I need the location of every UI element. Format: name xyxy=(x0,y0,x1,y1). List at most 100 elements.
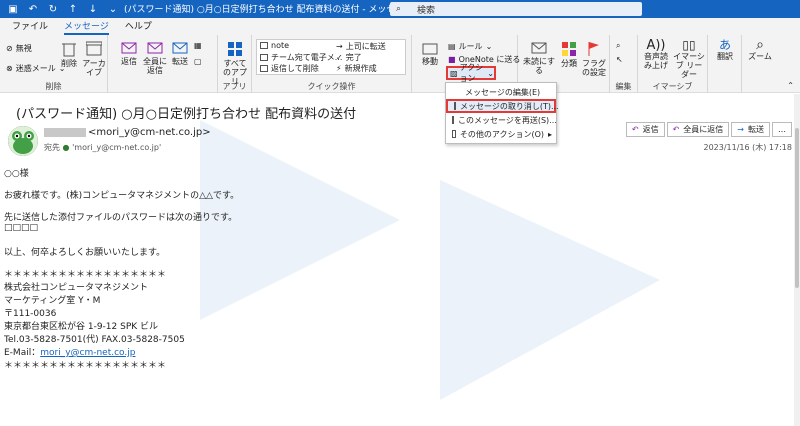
redo-icon[interactable]: ↻ xyxy=(44,1,62,17)
menu-item-recall-message[interactable]: メッセージの取り消し(T)... xyxy=(446,99,559,113)
menu-item-other-actions[interactable]: その他のアクション(O) ▸ xyxy=(446,127,556,141)
zoom-icon: ⌕ xyxy=(756,37,764,53)
message-reply-button[interactable]: ↶ 返信 xyxy=(625,122,665,137)
forward-button[interactable]: 転送 xyxy=(170,41,190,66)
signature-email-link[interactable]: mori_y@cm-net.co.jp xyxy=(40,348,135,358)
tab-file[interactable]: ファイル xyxy=(4,19,56,35)
submenu-arrow-icon: ▸ xyxy=(547,129,552,139)
more-respond-button[interactable]: ▦ xyxy=(194,41,202,50)
junk-button[interactable]: ⊗ 迷惑メール ⌄ xyxy=(6,63,65,74)
lightning-icon: ⚡ xyxy=(336,64,342,73)
save-icon[interactable]: ▣ xyxy=(4,1,22,17)
translate-icon: あ xyxy=(718,38,731,52)
down-arrow-icon[interactable]: ↓ xyxy=(84,1,102,17)
mark-unread-button[interactable]: 未読にする xyxy=(522,41,556,75)
onenote-icon: ■ xyxy=(448,55,456,64)
actions-icon: ▨ xyxy=(450,68,458,78)
ribbon: ⊘ 無視 ⊗ 迷惑メール ⌄ 削除 アーカイブ 削除 返信 全員に返信 転送 ▦ ▢ xyxy=(0,35,800,93)
reply-all-icon xyxy=(147,42,163,54)
quick-steps-label: クイック操作 xyxy=(307,82,356,91)
find-button[interactable]: ⌕ xyxy=(616,41,620,51)
tab-message[interactable]: メッセージ xyxy=(56,19,117,35)
resend-icon xyxy=(452,116,454,124)
signature-email-label: E-Mail： xyxy=(4,348,41,358)
rules-icon: ▤ xyxy=(448,42,456,51)
message-reply-buttons: ↶ 返信 ↶ 全員に返信 → 転送 … xyxy=(625,122,792,137)
chevron-down-icon: ⌄ xyxy=(487,68,494,78)
im-button[interactable]: ▢ xyxy=(194,57,202,66)
envelope-icon xyxy=(531,42,547,54)
message-body: ○○様 お疲れ様です。(株)コンピュータマネジメントの△△です。 先に送信した添… xyxy=(4,166,794,371)
quick-step-done[interactable]: ✓ 完了 xyxy=(336,52,362,63)
body-line: お疲れ様です。(株)コンピュータマネジメントの△△です。 xyxy=(4,191,240,201)
message-reply-all-button[interactable]: ↶ 全員に返信 xyxy=(666,122,730,137)
search-placeholder: 検索 xyxy=(417,5,436,16)
reply-button[interactable]: 返信 xyxy=(118,41,140,66)
archive-icon xyxy=(86,41,102,56)
all-apps-button[interactable]: すべてのアプリ xyxy=(220,41,250,86)
edit-group-label: 編集 xyxy=(615,82,632,91)
signature-zip: 〒111-0036 xyxy=(4,309,57,319)
check-icon: ✓ xyxy=(336,53,343,62)
move-button[interactable]: 移動 xyxy=(420,41,440,66)
quick-step-to-boss[interactable]: → 上司に転送 xyxy=(336,41,386,52)
message-forward-button[interactable]: → 転送 xyxy=(731,122,770,137)
delete-group-label: 削除 xyxy=(45,82,62,91)
scrollbar-thumb[interactable] xyxy=(795,128,799,288)
collapse-ribbon-icon[interactable]: ⌃ xyxy=(787,81,794,90)
quick-step-new[interactable]: ⚡ 新規作成 xyxy=(336,63,377,74)
categorize-button[interactable]: 分類 xyxy=(558,41,580,68)
tab-help[interactable]: ヘルプ xyxy=(117,19,160,35)
sender[interactable]: <mori_y@cm-net.co.jp> xyxy=(44,127,211,138)
body-line: 以上、何卒よろしくお願いいたします。 xyxy=(4,248,166,258)
to-value[interactable]: 'mori_y@cm-net.co.jp' xyxy=(72,143,161,152)
search-icon: ⌕ xyxy=(396,4,402,14)
edit-group: ⌕ ↖ 編集 xyxy=(610,35,638,93)
reply-arrow-icon: ↶ xyxy=(631,125,639,134)
note-icon xyxy=(260,42,268,49)
flag-icon xyxy=(588,42,599,56)
ignore-button[interactable]: ⊘ 無視 xyxy=(6,43,32,54)
delete-button[interactable]: 削除 xyxy=(58,41,80,68)
up-arrow-icon[interactable]: ↑ xyxy=(64,1,82,17)
reply-all-button[interactable]: 全員に返信 xyxy=(142,41,168,75)
menu-item-edit-message[interactable]: メッセージの編集(E) xyxy=(446,85,556,99)
actions-dropdown-button[interactable]: ▨ アクション ⌄ xyxy=(446,63,496,83)
immersive-group: A)) 音声読み上げ ▯▯ イマーシブ リーダー イマーシブ xyxy=(638,35,708,93)
forward-icon xyxy=(172,42,188,54)
translate-button[interactable]: あ 翻訳 xyxy=(712,38,738,61)
frog-avatar-icon xyxy=(8,126,38,156)
zoom-group: ⌕ ズーム xyxy=(742,35,778,93)
signature-tel: Tel.03-5828-7501(代) FAX.03-5828-7505 xyxy=(4,335,185,345)
immersive-reader-button[interactable]: ▯▯ イマーシブ リーダー xyxy=(672,39,706,79)
ellipsis-icon: … xyxy=(778,125,786,134)
vertical-scrollbar[interactable] xyxy=(794,94,800,426)
trash-icon xyxy=(62,43,76,57)
forward-arrow-icon: → xyxy=(737,125,744,134)
quick-step-reply-delete[interactable]: 返信して削除 xyxy=(260,63,319,74)
quick-step-team[interactable]: チーム宛て電子メ... xyxy=(260,52,342,63)
apps-grid-icon xyxy=(228,42,242,56)
undo-icon[interactable]: ↶ xyxy=(24,1,42,17)
translate-group: あ 翻訳 xyxy=(708,35,742,93)
to-label: 宛先 xyxy=(44,143,60,152)
search-input[interactable]: ⌕ 検索 xyxy=(390,2,642,16)
menu-item-resend-message[interactable]: このメッセージを再送(S)... xyxy=(446,113,557,127)
apps-group: すべてのアプリ アプリ xyxy=(218,35,252,93)
signature-dept: マーケティング室 Y・M xyxy=(4,296,101,306)
zoom-button[interactable]: ⌕ ズーム xyxy=(746,37,774,61)
recall-icon xyxy=(454,102,456,110)
follow-up-button[interactable]: フラグの設定 xyxy=(580,41,608,77)
read-aloud-button[interactable]: A)) 音声読み上げ xyxy=(642,39,670,70)
respond-group: 返信 全員に返信 転送 ▦ ▢ xyxy=(108,35,218,93)
archive-button[interactable]: アーカイブ xyxy=(82,41,106,77)
immersive-group-label: イマーシブ xyxy=(652,82,693,91)
recipient-line: 宛先 ● 'mori_y@cm-net.co.jp' xyxy=(44,142,161,153)
quick-step-note[interactable]: note xyxy=(260,41,289,50)
customize-qa-icon[interactable]: ⌄ xyxy=(104,1,122,17)
signature-email-line: E-Mail：mori_y@cm-net.co.jp xyxy=(4,345,794,358)
select-button[interactable]: ↖ xyxy=(616,55,623,64)
rules-button[interactable]: ▤ ルール ⌄ xyxy=(448,41,492,52)
junk-icon: ⊗ xyxy=(6,64,13,73)
more-actions-button[interactable]: … xyxy=(772,122,792,137)
